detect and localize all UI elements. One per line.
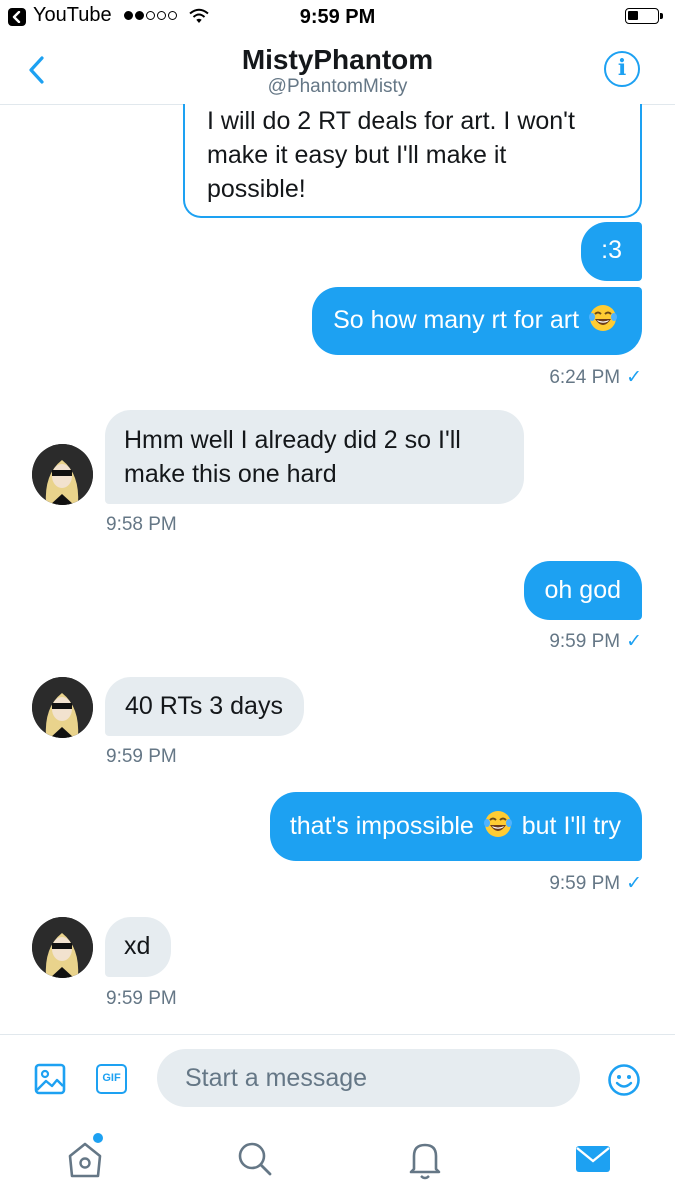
message-bubble-incoming[interactable]: Hmm well I already did 2 so I'll make th… <box>105 410 524 504</box>
message-input-placeholder: Start a message <box>185 1064 368 1092</box>
status-time: 9:59 PM <box>299 6 376 28</box>
avatar[interactable] <box>32 677 93 738</box>
message-text-line: Hmm well I already did 2 so I'll <box>124 426 461 454</box>
tears-of-joy-emoji-icon <box>589 305 617 331</box>
avatar[interactable] <box>32 917 93 978</box>
avatar[interactable] <box>32 444 93 505</box>
message-timestamp: 6:24 PM ✓ <box>549 367 642 388</box>
bell-icon <box>409 1143 441 1180</box>
home-notification-dot <box>93 1133 103 1143</box>
message-timestamp: 9:58 PM <box>106 514 177 535</box>
message-text: oh god <box>544 576 621 604</box>
image-icon[interactable] <box>34 1063 66 1100</box>
message-timestamp: 9:59 PM ✓ <box>549 631 642 652</box>
emoji-icon[interactable] <box>607 1063 641 1102</box>
read-check-icon: ✓ <box>626 631 642 652</box>
message-text: :3 <box>601 236 622 264</box>
conversation-handle: @PhantomMisty <box>267 76 408 97</box>
avatar-image <box>32 917 93 978</box>
message-text-line: make this one hard <box>124 460 337 488</box>
message-timestamp: 9:59 PM <box>106 746 177 767</box>
message-bubble-outgoing[interactable]: oh god <box>523 561 642 620</box>
message-bubble-outgoing-quoted[interactable]: I will do 2 RT deals for art. I won't ma… <box>183 104 642 218</box>
message-timestamp: 9:59 PM ✓ <box>549 873 642 894</box>
tab-search[interactable] <box>234 1136 274 1182</box>
message-bubble-incoming[interactable]: 40 RTs 3 days <box>105 677 304 736</box>
message-bubble-outgoing[interactable]: :3 <box>581 222 642 281</box>
message-bubble-incoming[interactable]: xd <box>105 917 172 977</box>
message-input[interactable]: Start a message <box>157 1049 580 1107</box>
message-text: that's impossible <box>289 812 474 840</box>
message-timestamp: 9:59 PM <box>106 988 177 1009</box>
tab-messages[interactable] <box>573 1136 613 1182</box>
read-check-icon: ✓ <box>626 873 642 894</box>
gif-label: GIF <box>102 1072 121 1084</box>
info-icon: i <box>617 55 627 81</box>
message-text: 40 RTs 3 days <box>125 692 283 720</box>
message-text-line: make it easy but I'll make it <box>207 141 507 169</box>
search-icon <box>238 1142 272 1176</box>
info-button[interactable]: i <box>604 51 640 87</box>
gif-icon[interactable]: GIF <box>96 1064 127 1094</box>
status-bar: YouTube 9:59 PM <box>0 0 675 34</box>
avatar-image <box>32 444 93 505</box>
avatar-image <box>32 677 93 738</box>
tab-notifications[interactable] <box>405 1136 445 1182</box>
message-bubble-outgoing[interactable]: So how many rt for art <box>312 287 642 355</box>
message-text: but I'll try <box>521 812 621 840</box>
battery-icon <box>625 8 663 24</box>
message-text-line: I will do 2 RT deals for art. I won't <box>207 107 575 135</box>
message-bubble-outgoing[interactable]: that's impossible but I'll try <box>269 792 642 861</box>
conversation-header: MistyPhantom @PhantomMisty i <box>0 34 675 105</box>
message-text-line: possible! <box>207 175 306 203</box>
envelope-icon <box>576 1146 610 1172</box>
read-check-icon: ✓ <box>626 367 642 388</box>
tears-of-joy-emoji-icon <box>483 811 512 837</box>
message-composer: GIF Start a message <box>0 1034 675 1125</box>
message-text: xd <box>124 932 151 960</box>
conversation-title[interactable]: MistyPhantom <box>0 44 675 76</box>
message-text: So how many rt for art <box>333 306 580 334</box>
